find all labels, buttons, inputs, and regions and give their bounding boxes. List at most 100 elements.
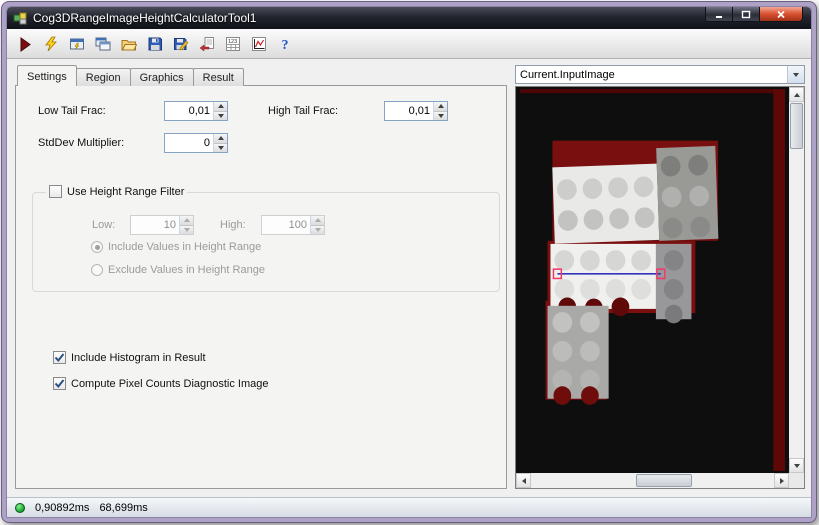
horizontal-scroll-thumb[interactable] (636, 474, 693, 487)
total-time: 68,699ms (99, 501, 148, 514)
open-file-button[interactable] (117, 32, 140, 55)
height-high-label: High: (220, 219, 246, 231)
image-selector-value: Current.InputImage (520, 68, 615, 81)
up-arrow-icon (217, 104, 224, 109)
tab-result[interactable]: Result (192, 68, 244, 86)
spin-up-button[interactable] (214, 102, 227, 112)
image-selector-combobox[interactable]: Current.InputImage (515, 65, 805, 84)
close-button[interactable] (760, 7, 803, 22)
scroll-down-button[interactable] (789, 458, 804, 473)
pixel-values-grid-button[interactable]: 123 (221, 32, 244, 55)
floppy-icon (148, 37, 162, 50)
tab-settings-label: Settings (27, 71, 67, 83)
horizontal-scrollbar[interactable] (516, 473, 789, 488)
check-icon (54, 379, 65, 389)
electric-run-button[interactable] (39, 32, 62, 55)
high-tail-frac-label: High Tail Frac: (268, 105, 339, 117)
spin-down-button[interactable] (214, 143, 227, 152)
tab-region[interactable]: Region (75, 68, 131, 86)
settings-tabpage: Low Tail Frac: 0,01 High Tail Frac: 0,01 (15, 85, 507, 489)
plot-icon (251, 36, 266, 51)
help-icon: ? (281, 38, 288, 52)
spin-down-button[interactable] (311, 225, 324, 234)
close-icon (777, 10, 785, 18)
import-tool-button[interactable] (195, 32, 218, 55)
main-area: Settings Region Graphics Result Low Tail… (7, 59, 811, 497)
spin-down-button[interactable] (214, 111, 227, 120)
titlebar[interactable]: Cog3DRangeImageHeightCalculatorTool1 (7, 7, 811, 29)
stddev-multiplier-value: 0 (203, 137, 210, 149)
low-tail-frac-input[interactable]: 0,01 (164, 101, 228, 121)
spin-down-button[interactable] (434, 111, 447, 120)
up-arrow-icon (183, 218, 190, 223)
maximize-button[interactable] (733, 7, 760, 22)
height-low-value: 10 (163, 219, 176, 231)
use-height-range-filter-checkbox[interactable]: Use Height Range Filter (46, 185, 188, 198)
settings-pane: Settings Region Graphics Result Low Tail… (7, 59, 509, 497)
checkbox-box (49, 185, 62, 198)
tab-graphics[interactable]: Graphics (129, 68, 194, 86)
minimize-icon (716, 15, 722, 18)
help-button[interactable]: ? (273, 32, 296, 55)
down-arrow-icon (217, 113, 224, 118)
stddev-multiplier-label: StdDev Multiplier: (38, 137, 125, 149)
dropdown-arrow-icon (793, 72, 799, 77)
minimize-button[interactable] (705, 7, 733, 22)
stddev-multiplier-input[interactable]: 0 (164, 133, 228, 153)
vertical-scroll-thumb[interactable] (790, 103, 803, 149)
height-high-input[interactable]: 100 (261, 215, 325, 235)
spin-up-button[interactable] (434, 102, 447, 112)
tab-graphics-label: Graphics (139, 72, 184, 84)
window-inner: Cog3DRangeImageHeightCalculatorTool1 123… (6, 6, 812, 518)
up-arrow-icon (314, 218, 321, 223)
include-values-radio[interactable]: Include Values in Height Range (91, 241, 261, 253)
run-button[interactable] (13, 32, 36, 55)
copy-tool-display-button[interactable] (91, 32, 114, 55)
tab-settings[interactable]: Settings (17, 65, 77, 86)
up-arrow-icon (793, 92, 800, 97)
high-tail-frac-input[interactable]: 0,01 (384, 101, 448, 121)
image-display-area (515, 86, 805, 489)
scroll-left-button[interactable] (516, 473, 531, 488)
right-arrow-icon (779, 477, 784, 484)
height-low-input[interactable]: 10 (130, 215, 194, 235)
plot-results-button[interactable] (247, 32, 270, 55)
import-page-icon (199, 36, 214, 51)
save-as-button[interactable] (169, 32, 192, 55)
save-button[interactable] (143, 32, 166, 55)
tool-windows-icon (95, 37, 110, 50)
statusbar: 0,90892ms 68,699ms (7, 497, 811, 517)
range-image (516, 87, 789, 473)
include-values-label: Include Values in Height Range (108, 241, 262, 253)
pixel-grid-icon: 123 (225, 36, 240, 51)
tabstrip: Settings Region Graphics Result (15, 65, 507, 86)
down-arrow-icon (793, 463, 800, 468)
caption-buttons (705, 7, 803, 22)
up-arrow-icon (217, 136, 224, 141)
check-icon (54, 353, 65, 363)
low-tail-frac-value: 0,01 (188, 105, 210, 117)
compute-pixel-counts-checkbox[interactable]: Compute Pixel Counts Diagnostic Image (50, 377, 271, 390)
scroll-right-button[interactable] (774, 473, 789, 488)
tab-result-label: Result (202, 72, 234, 84)
include-histogram-checkbox[interactable]: Include Histogram in Result (50, 351, 209, 364)
show-current-image-button[interactable] (65, 32, 88, 55)
scroll-up-button[interactable] (789, 87, 804, 102)
checkbox-box (53, 351, 66, 364)
down-arrow-icon (183, 227, 190, 232)
range-image-display[interactable] (516, 87, 789, 473)
exclude-values-label: Exclude Values in Height Range (108, 264, 265, 276)
app-icon (13, 11, 27, 25)
spin-up-button[interactable] (311, 216, 324, 226)
combobox-dropdown-button[interactable] (787, 66, 804, 83)
floppy-edit-icon (173, 37, 188, 50)
scrollbar-corner (789, 473, 804, 488)
spin-down-button[interactable] (180, 225, 193, 234)
vertical-scrollbar[interactable] (789, 87, 804, 473)
exclude-values-radio[interactable]: Exclude Values in Height Range (91, 264, 265, 276)
stddev-spinner (213, 134, 227, 152)
radio-dot-icon (94, 244, 100, 250)
spin-up-button[interactable] (214, 134, 227, 144)
compute-pixel-counts-label: Compute Pixel Counts Diagnostic Image (71, 377, 269, 390)
spin-up-button[interactable] (180, 216, 193, 226)
